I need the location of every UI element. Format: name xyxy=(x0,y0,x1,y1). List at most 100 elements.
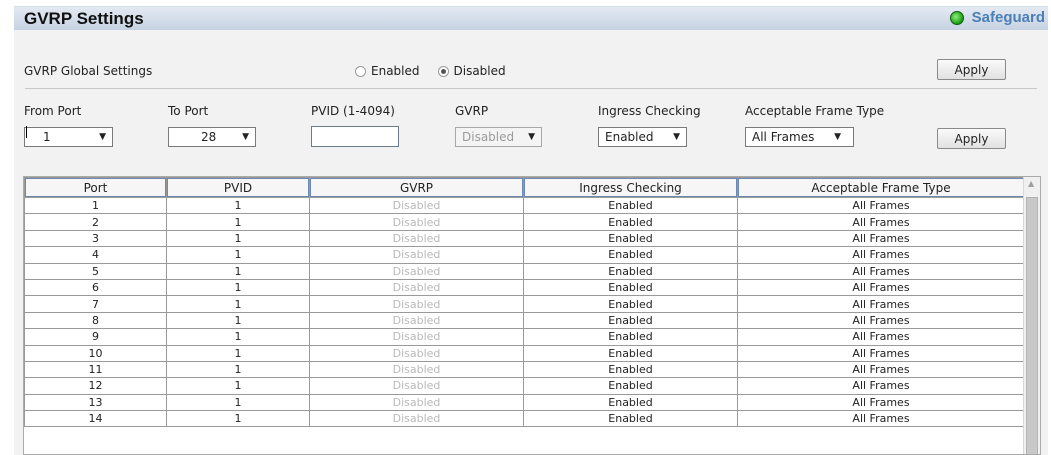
ingress-checking-cell: Enabled xyxy=(523,196,738,215)
pvid-label: PVID (1-4094) xyxy=(311,104,395,118)
disabled-radio[interactable] xyxy=(437,65,449,77)
gvrp-cell: Disabled xyxy=(309,278,524,297)
table-row: 13 1 Disabled Enabled All Frames xyxy=(24,393,1025,412)
frame-type-select[interactable]: All Frames ▼ xyxy=(745,127,854,147)
frame-type-cell: All Frames xyxy=(737,246,1025,264)
pvid-cell: 1 xyxy=(166,229,310,248)
gvrp-port-table: Port PVID GVRP Ingress Checking Acceptab… xyxy=(23,176,1041,455)
column-header-port[interactable]: Port xyxy=(24,177,167,198)
status-dot-icon xyxy=(949,10,964,25)
frame-type-cell: All Frames xyxy=(737,311,1025,330)
ingress-checking-cell: Enabled xyxy=(523,262,738,280)
frame-type-cell: All Frames xyxy=(737,344,1025,362)
gvrp-cell: Disabled xyxy=(309,344,524,362)
ingress-checking-cell: Enabled xyxy=(523,246,738,264)
ingress-checking-label: Ingress Checking xyxy=(598,104,701,118)
port-cell: 13 xyxy=(24,393,167,412)
gvrp-cell: Disabled xyxy=(309,262,524,280)
ingress-checking-cell: Enabled xyxy=(523,213,738,231)
frame-type-cell: All Frames xyxy=(737,393,1025,412)
gvrp-cell: Disabled xyxy=(309,213,524,231)
chevron-down-icon: ▼ xyxy=(834,132,841,142)
port-cell: 7 xyxy=(24,295,167,313)
port-cell: 14 xyxy=(24,410,167,428)
from-port-value: 1 xyxy=(43,130,51,144)
port-cell: 11 xyxy=(24,360,167,379)
scrollbar-thumb[interactable] xyxy=(1026,197,1038,454)
frame-type-cell: All Frames xyxy=(737,377,1025,395)
pvid-cell: 1 xyxy=(166,246,310,264)
table-row: 4 1 Disabled Enabled All Frames xyxy=(24,246,1025,264)
column-header-frame-type[interactable]: Acceptable Frame Type xyxy=(737,177,1025,198)
ingress-checking-cell: Enabled xyxy=(523,295,738,313)
pvid-cell: 1 xyxy=(166,311,310,330)
pvid-cell: 1 xyxy=(166,213,310,231)
ingress-checking-value: Enabled xyxy=(605,130,654,144)
scroll-up-icon[interactable]: ▲ xyxy=(1028,179,1034,188)
port-cell: 1 xyxy=(24,196,167,215)
table-row: 11 1 Disabled Enabled All Frames xyxy=(24,360,1025,379)
frame-type-cell: All Frames xyxy=(737,262,1025,280)
global-radio-group: Enabled Disabled xyxy=(355,64,524,78)
port-cell: 3 xyxy=(24,229,167,248)
disabled-radio-label[interactable]: Disabled xyxy=(454,64,506,78)
pvid-cell: 1 xyxy=(166,196,310,215)
ingress-checking-cell: Enabled xyxy=(523,328,738,346)
gvrp-cell: Disabled xyxy=(309,360,524,379)
from-port-select[interactable]: 1 ▼ xyxy=(24,127,113,147)
global-apply-button[interactable]: Apply xyxy=(937,59,1006,80)
ingress-checking-cell: Enabled xyxy=(523,360,738,379)
enabled-radio[interactable] xyxy=(355,65,366,77)
frame-type-cell: All Frames xyxy=(737,278,1025,297)
settings-panel: GVRP Global Settings Enabled Disabled Ap… xyxy=(14,30,1048,455)
gvrp-label: GVRP xyxy=(455,104,489,118)
title-bar: GVRP Settings Safeguard xyxy=(14,6,1048,30)
frame-type-cell: All Frames xyxy=(737,360,1025,379)
divider xyxy=(25,88,1037,89)
pvid-cell: 1 xyxy=(166,278,310,297)
enabled-radio-label[interactable]: Enabled xyxy=(371,64,420,78)
port-cell: 12 xyxy=(24,377,167,395)
ingress-checking-select[interactable]: Enabled ▼ xyxy=(598,127,687,147)
gvrp-cell: Disabled xyxy=(309,246,524,264)
frame-type-value: All Frames xyxy=(752,130,815,144)
ingress-checking-cell: Enabled xyxy=(523,410,738,428)
gvrp-cell: Disabled xyxy=(309,311,524,330)
safeguard-label: Safeguard xyxy=(971,9,1045,26)
to-port-select[interactable]: 28 ▼ xyxy=(168,127,256,147)
frame-type-cell: All Frames xyxy=(737,328,1025,346)
column-header-ingress-checking[interactable]: Ingress Checking xyxy=(523,177,738,198)
port-cell: 9 xyxy=(24,328,167,346)
table-row: 6 1 Disabled Enabled All Frames xyxy=(24,278,1025,297)
pvid-cell: 1 xyxy=(166,262,310,280)
table-row: 8 1 Disabled Enabled All Frames xyxy=(24,311,1025,330)
gvrp-select[interactable]: Disabled ▼ xyxy=(455,127,542,147)
pvid-cell: 1 xyxy=(166,344,310,362)
frame-type-label: Acceptable Frame Type xyxy=(745,104,885,118)
pvid-cell: 1 xyxy=(166,410,310,428)
ingress-checking-cell: Enabled xyxy=(523,377,738,395)
column-header-gvrp[interactable]: GVRP xyxy=(309,177,524,198)
gvrp-cell: Disabled xyxy=(309,377,524,395)
gvrp-cell: Disabled xyxy=(309,328,524,346)
to-port-value: 28 xyxy=(201,130,217,144)
page-title: GVRP Settings xyxy=(24,9,144,28)
ingress-checking-cell: Enabled xyxy=(523,393,738,412)
pvid-cell: 1 xyxy=(166,393,310,412)
table-row: 3 1 Disabled Enabled All Frames xyxy=(24,229,1025,248)
pvid-cell: 1 xyxy=(166,295,310,313)
table-row: 1 1 Disabled Enabled All Frames xyxy=(24,196,1025,215)
chevron-down-icon: ▼ xyxy=(528,132,535,142)
ports-apply-button[interactable]: Apply xyxy=(937,128,1006,149)
table-row: 14 1 Disabled Enabled All Frames xyxy=(24,410,1025,428)
ingress-checking-cell: Enabled xyxy=(523,344,738,362)
port-cell: 6 xyxy=(24,278,167,297)
chevron-down-icon: ▼ xyxy=(673,132,680,142)
gvrp-value: Disabled xyxy=(462,130,515,144)
column-header-pvid[interactable]: PVID xyxy=(166,177,310,198)
table-row: 9 1 Disabled Enabled All Frames xyxy=(24,328,1025,346)
port-cell: 10 xyxy=(24,344,167,362)
pvid-input[interactable] xyxy=(311,126,399,147)
table-scrollbar[interactable]: ▲ xyxy=(1023,177,1040,454)
pvid-cell: 1 xyxy=(166,377,310,395)
